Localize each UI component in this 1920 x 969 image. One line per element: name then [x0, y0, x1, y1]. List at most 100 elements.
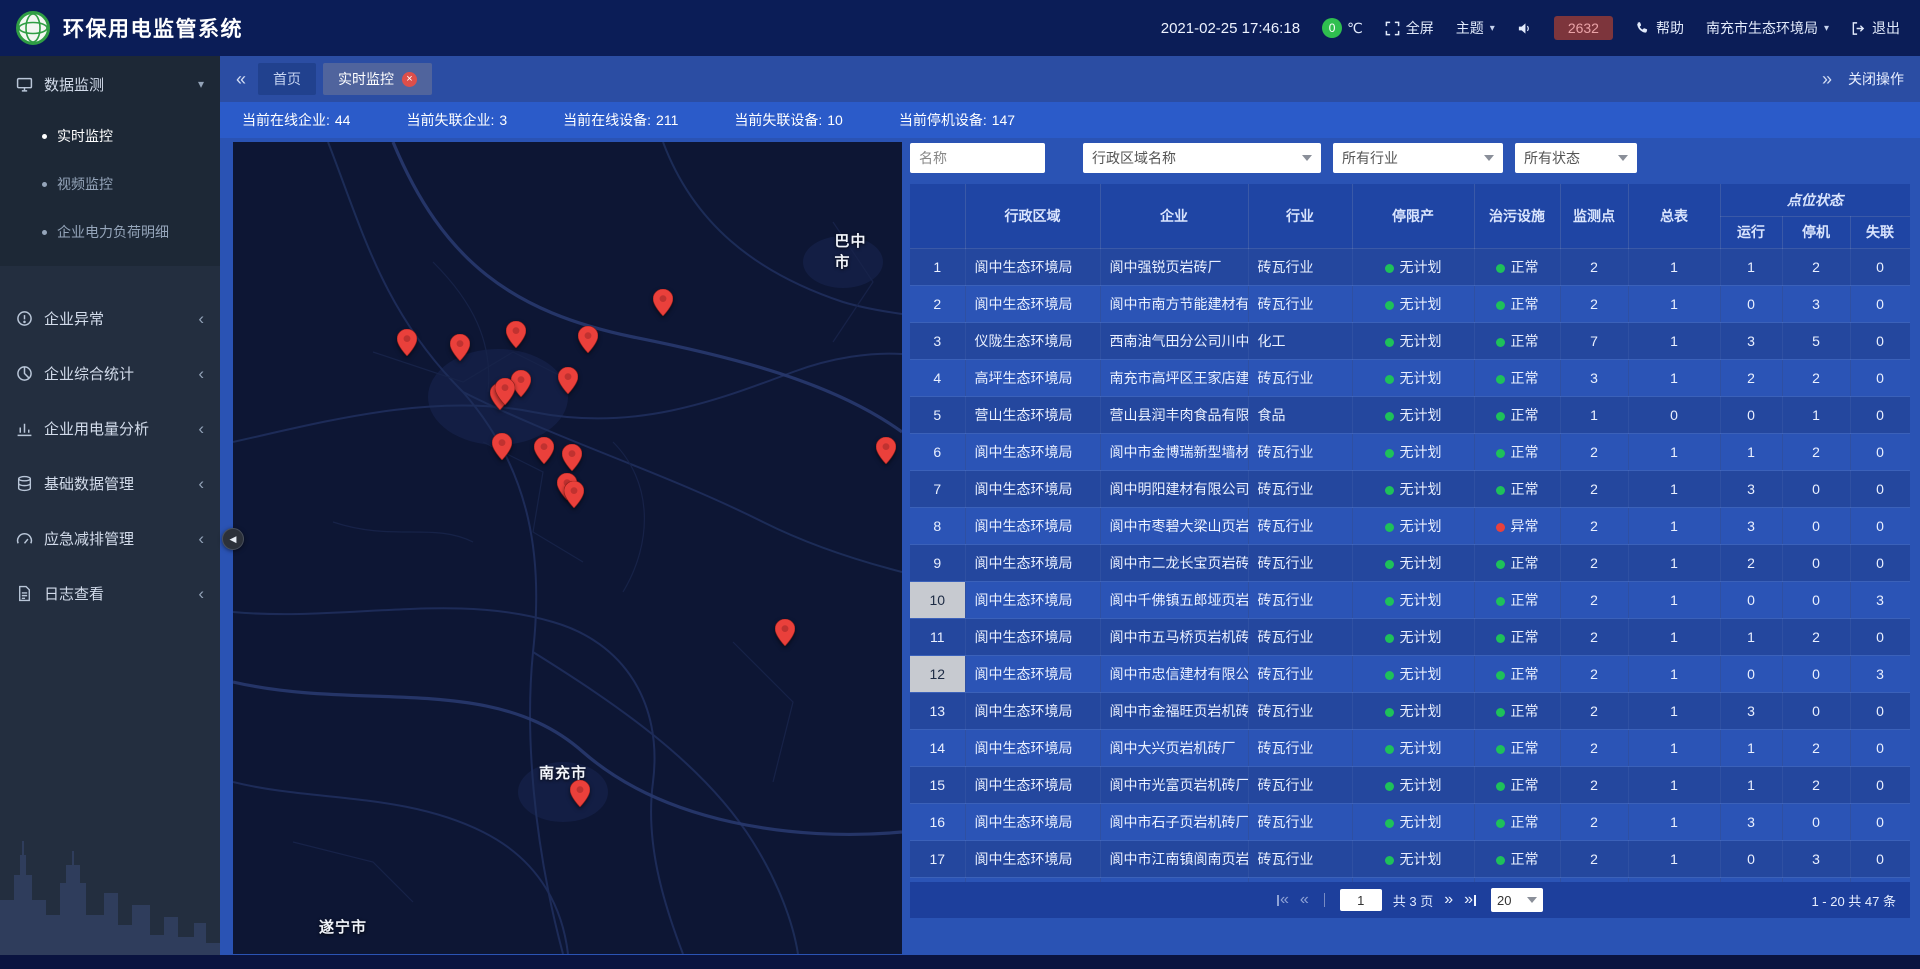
table-row[interactable]: 4高坪生态环境局南充市高坪区王家店建砖瓦行业无计划正常31220 [910, 359, 1910, 396]
map-pin[interactable] [450, 334, 470, 361]
page-size-select[interactable]: 20 [1491, 888, 1543, 912]
status-text: 正常 [1511, 777, 1539, 793]
status-text: 无计划 [1400, 444, 1442, 460]
sidebar-item-2[interactable]: 企业综合统计‹ [0, 346, 220, 401]
stat-value: 3 [499, 112, 507, 128]
map-pin[interactable] [775, 619, 795, 646]
map-city-label: 巴中市 [835, 230, 880, 272]
cell-production: 无计划 [1352, 729, 1474, 766]
tab-1[interactable]: 实时监控× [323, 63, 432, 95]
map-pin[interactable] [562, 444, 582, 471]
table-row[interactable]: 10阆中生态环境局阆中千佛镇五郎垭页岩砖瓦行业无计划正常21003 [910, 581, 1910, 618]
table-row[interactable]: 13阆中生态环境局阆中市金福旺页岩机砖砖瓦行业无计划正常21300 [910, 692, 1910, 729]
status-filter-select[interactable]: 所有状态 [1515, 143, 1637, 173]
voice-broadcast-button[interactable] [1517, 21, 1532, 36]
last-page-button[interactable]: » [1464, 892, 1476, 908]
sidebar-item-4[interactable]: 基础数据管理‹ [0, 456, 220, 511]
table-row[interactable]: 15阆中生态环境局阆中市光富页岩机砖厂砖瓦行业无计划正常21120 [910, 766, 1910, 803]
table-row[interactable]: 14阆中生态环境局阆中大兴页岩机砖厂砖瓦行业无计划正常21120 [910, 729, 1910, 766]
row-index-cell: 16 [910, 803, 965, 840]
tabs-scroll-left-button[interactable]: « [236, 70, 246, 88]
cell-meter: 1 [1628, 766, 1720, 803]
phone-icon [1635, 21, 1650, 36]
map-pin[interactable] [578, 326, 598, 353]
region-filter-value: 行政区域名称 [1092, 148, 1176, 168]
sidebar-item-0[interactable]: 数据监测▾ [0, 56, 220, 112]
sidebar-subitem-1[interactable]: 视频监控 [0, 160, 220, 208]
map-pin[interactable] [558, 367, 578, 394]
map-pin[interactable] [570, 780, 590, 807]
close-operations-button[interactable]: 关闭操作 [1848, 69, 1904, 89]
status-text: 正常 [1511, 407, 1539, 423]
table-row[interactable]: 16阆中生态环境局阆中市石子页岩机砖厂砖瓦行业无计划正常21300 [910, 803, 1910, 840]
table-row[interactable]: 6阆中生态环境局阆中市金博瑞新型墙材砖瓦行业无计划正常21120 [910, 433, 1910, 470]
pagination-bar: « « 共 3 页 » » 20 1 - 20 共 [910, 882, 1910, 918]
stats-bar: 当前在线企业:44当前失联企业:3当前在线设备:211当前失联设备:10当前停机… [220, 102, 1920, 138]
status-text: 异常 [1511, 518, 1539, 534]
close-tab-icon[interactable]: × [402, 72, 417, 87]
cell-facility: 正常 [1474, 766, 1560, 803]
sidebar-item-5[interactable]: 应急减排管理‹ [0, 511, 220, 566]
map-pin[interactable] [397, 329, 417, 356]
tabs-scroll-right-button[interactable]: » [1822, 70, 1832, 88]
table-row[interactable]: 8阆中生态环境局阆中市枣碧大梁山页岩砖瓦行业无计划异常21300 [910, 507, 1910, 544]
tab-0[interactable]: 首页 [258, 63, 316, 95]
status-text: 无计划 [1400, 851, 1442, 867]
map-pin[interactable] [506, 321, 526, 348]
cell-run: 0 [1720, 840, 1782, 877]
map-pin[interactable] [653, 289, 673, 316]
cell-stop: 0 [1782, 544, 1850, 581]
sidebar-subitem-0[interactable]: 实时监控 [0, 112, 220, 160]
table-row[interactable]: 3仪陇生态环境局西南油气田分公司川中化工无计划正常71350 [910, 322, 1910, 359]
org-dropdown[interactable]: 南充市生态环境局 ▾ [1706, 18, 1829, 38]
logout-button[interactable]: 退出 [1851, 18, 1900, 38]
table-row[interactable]: 7阆中生态环境局阆中明阳建材有限公司砖瓦行业无计划正常21300 [910, 470, 1910, 507]
cell-company: 阆中明阳建材有限公司 [1100, 470, 1248, 507]
map-pin[interactable] [492, 433, 512, 460]
cell-run: 3 [1720, 692, 1782, 729]
map-pin[interactable] [534, 437, 554, 464]
sidebar-item-6[interactable]: 日志查看‹ [0, 566, 220, 621]
status-dot-green [1385, 634, 1394, 643]
row-index-cell: 14 [910, 729, 965, 766]
table-row[interactable]: 1阆中生态环境局阆中强锐页岩砖厂砖瓦行业无计划正常21120 [910, 248, 1910, 285]
sidebar-item-3[interactable]: 企业用电量分析‹ [0, 401, 220, 456]
first-page-button[interactable]: « [1277, 892, 1289, 908]
table-row[interactable]: 5营山生态环境局营山县润丰肉食品有限食品无计划正常10010 [910, 396, 1910, 433]
map-pin[interactable] [876, 437, 896, 464]
sidebar-item-1[interactable]: 企业异常‹ [0, 291, 220, 346]
bar-chart-icon [16, 420, 33, 437]
chevron-down-icon: ▾ [1824, 23, 1829, 34]
notice-count-badge[interactable]: 2632 [1554, 16, 1613, 40]
table-row[interactable]: 9阆中生态环境局阆中市二龙长宝页岩砖砖瓦行业无计划正常21200 [910, 544, 1910, 581]
theme-dropdown[interactable]: 主题 ▾ [1456, 18, 1495, 38]
industry-filter-select[interactable]: 所有行业 [1333, 143, 1503, 173]
cell-offline: 0 [1850, 692, 1910, 729]
sidebar-collapse-handle[interactable]: ◀ [222, 528, 244, 550]
map-panel[interactable]: 巴中市南充市遂宁市 [233, 142, 902, 954]
status-dot-green [1496, 745, 1505, 754]
table-row[interactable]: 17阆中生态环境局阆中市江南镇阆南页岩砖瓦行业无计划正常21030 [910, 840, 1910, 877]
map-city-label: 遂宁市 [319, 916, 367, 937]
region-filter-select[interactable]: 行政区域名称 [1083, 143, 1321, 173]
col-header-index [910, 184, 965, 248]
sidebar-subitem-2[interactable]: 企业电力负荷明细 [0, 208, 220, 256]
name-filter-input[interactable] [910, 143, 1045, 173]
table-row[interactable]: 2阆中生态环境局阆中市南方节能建材有砖瓦行业无计划正常21030 [910, 285, 1910, 322]
logout-icon [1851, 21, 1866, 36]
table-row[interactable]: 11阆中生态环境局阆中市五马桥页岩机砖砖瓦行业无计划正常21120 [910, 618, 1910, 655]
cell-region: 仪陇生态环境局 [965, 322, 1100, 359]
row-index-cell: 3 [910, 322, 965, 359]
cell-run: 1 [1720, 618, 1782, 655]
help-button[interactable]: 帮助 [1635, 18, 1684, 38]
fullscreen-button[interactable]: 全屏 [1385, 18, 1434, 38]
map-pin[interactable] [564, 481, 584, 508]
prev-page-button[interactable]: « [1300, 892, 1309, 908]
map-pin[interactable] [495, 378, 515, 405]
next-page-button[interactable]: » [1444, 892, 1453, 908]
page-number-input[interactable] [1340, 889, 1382, 911]
app-title: 环保用电监管系统 [63, 13, 243, 43]
status-dot-green [1385, 449, 1394, 458]
table-row[interactable]: 12阆中生态环境局阆中市忠信建材有限公砖瓦行业无计划正常21003 [910, 655, 1910, 692]
datetime: 2021-02-25 17:46:18 [1161, 20, 1300, 37]
